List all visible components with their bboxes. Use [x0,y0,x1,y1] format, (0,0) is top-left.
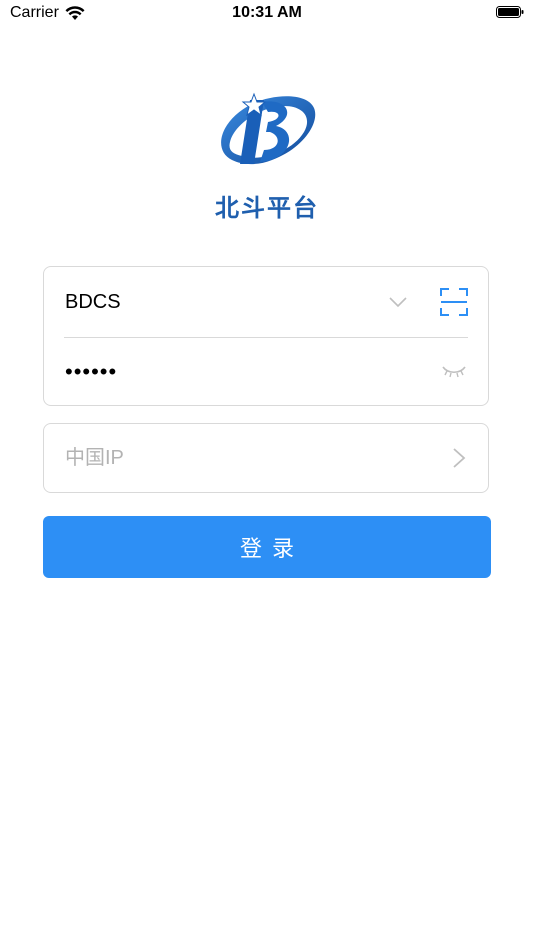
login-button[interactable]: 登录 [43,516,491,578]
status-time: 10:31 AM [232,4,302,21]
server-placeholder: 中国IP [65,447,124,469]
status-bar: Carrier 10:31 AM [0,0,534,30]
eye-closed-icon[interactable] [442,364,466,380]
username-field[interactable]: BDCS [65,267,121,337]
password-field[interactable]: •••••• [65,337,117,407]
scan-icon[interactable] [440,287,468,317]
chevron-down-icon[interactable] [388,292,408,312]
chevron-right-icon [453,448,466,468]
battery-icon [496,6,524,18]
username-row: BDCS [64,267,468,338]
server-selector[interactable]: 中国IP [43,423,489,493]
app-title: 北斗平台 [215,195,319,222]
password-row: •••••• [64,337,468,407]
credentials-card: BDCS •••••• [43,266,489,406]
app-logo: 北斗平台 [0,90,534,223]
beidou-logo-icon [221,92,316,165]
